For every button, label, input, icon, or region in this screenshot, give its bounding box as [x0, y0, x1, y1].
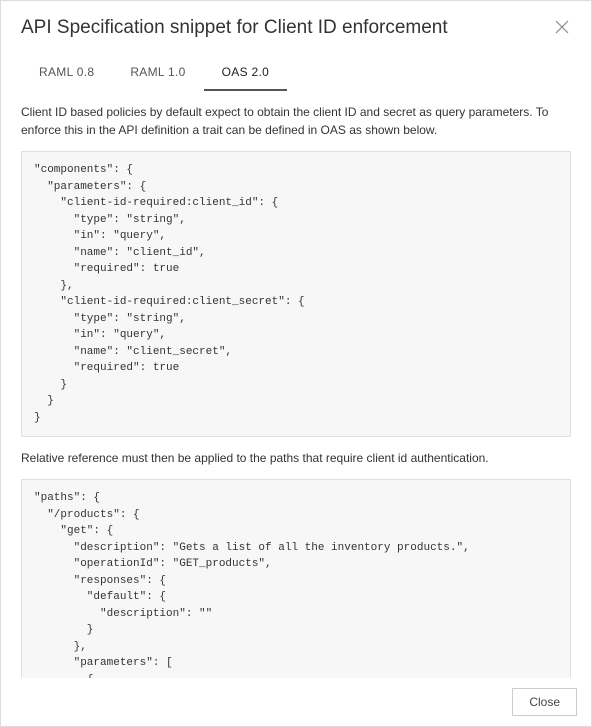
- dialog-footer: Close: [1, 678, 591, 726]
- dialog-content: Client ID based policies by default expe…: [1, 91, 591, 678]
- tab-oas-20[interactable]: OAS 2.0: [204, 57, 287, 91]
- tab-raml-10[interactable]: RAML 1.0: [112, 57, 203, 91]
- mid-text: Relative reference must then be applied …: [21, 449, 571, 467]
- tab-raml-08[interactable]: RAML 0.8: [21, 57, 112, 91]
- code-snippet-components: "components": { "parameters": { "client-…: [21, 151, 571, 437]
- intro-text: Client ID based policies by default expe…: [21, 103, 571, 139]
- close-button[interactable]: Close: [512, 688, 577, 716]
- close-icon[interactable]: [553, 17, 571, 39]
- dialog-header: API Specification snippet for Client ID …: [1, 1, 591, 51]
- code-snippet-paths: "paths": { "/products": { "get": { "desc…: [21, 479, 571, 678]
- dialog: API Specification snippet for Client ID …: [0, 0, 592, 727]
- tab-bar: RAML 0.8 RAML 1.0 OAS 2.0: [1, 51, 591, 91]
- dialog-title: API Specification snippet for Client ID …: [21, 17, 448, 39]
